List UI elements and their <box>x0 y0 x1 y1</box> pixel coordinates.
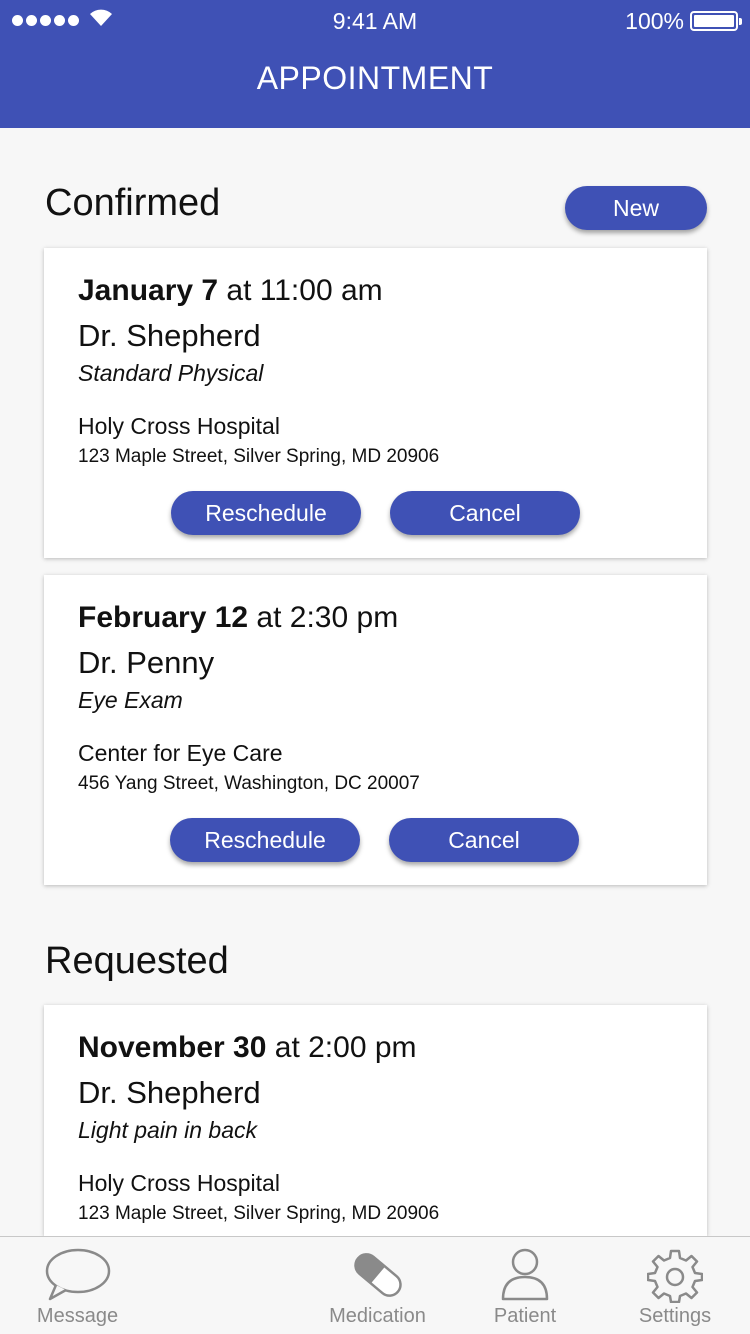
new-appointment-button[interactable]: New <box>565 186 707 230</box>
message-icon <box>45 1248 110 1301</box>
appointment-date: November 30 <box>78 1031 267 1064</box>
appointment-datetime: January 7 at 11:00 am <box>78 274 383 308</box>
location-address: 456 Yang Street, Washington, DC 20007 <box>78 773 420 794</box>
doctor-name: Dr. Shepherd <box>78 1075 261 1110</box>
appointment-time: at 2:00 pm <box>266 1031 417 1064</box>
pill-icon <box>353 1253 402 1297</box>
appointment-datetime: February 12 at 2:30 pm <box>78 601 398 635</box>
location-name: Center for Eye Care <box>78 740 283 766</box>
tab-medication[interactable]: Medication <box>300 1237 455 1334</box>
tab-settings[interactable]: Settings <box>605 1237 745 1334</box>
person-icon <box>501 1248 549 1301</box>
location-address: 123 Maple Street, Silver Spring, MD 2090… <box>78 1203 440 1224</box>
doctor-name: Dr. Shepherd <box>78 318 261 353</box>
gear-icon <box>647 1249 703 1303</box>
location-name: Holy Cross Hospital <box>78 413 280 439</box>
cancel-button[interactable]: Cancel <box>390 491 580 535</box>
location-name: Holy Cross Hospital <box>78 1170 280 1196</box>
reschedule-button[interactable]: Reschedule <box>171 491 361 535</box>
appointment-date: January 7 <box>78 274 219 307</box>
appointment-time: at 11:00 am <box>218 274 383 307</box>
cancel-button[interactable]: Cancel <box>389 818 579 862</box>
tab-message[interactable]: Message <box>0 1237 155 1334</box>
location-address: 123 Maple Street, Silver Spring, MD 2090… <box>78 446 440 467</box>
appointment-reason: Light pain in back <box>78 1117 258 1143</box>
tab-label: Medication <box>329 1305 426 1327</box>
tab-label: Settings <box>638 1305 712 1327</box>
appointment-card: February 12 at 2:30 pm Dr. Penny Eye Exa… <box>44 575 707 885</box>
doctor-name: Dr. Penny <box>78 645 215 680</box>
page-title: APPOINTMENT <box>256 60 494 96</box>
appointment-time: at 2:30 pm <box>248 601 399 634</box>
appointment-reason: Standard Physical <box>78 360 264 386</box>
section-title-confirmed: Confirmed <box>45 182 221 224</box>
battery-percentage: 100% <box>625 8 684 34</box>
appointment-date: February 12 <box>78 601 249 634</box>
tab-label: Message <box>36 1305 119 1327</box>
app-header: 9:41 AM 100% APPOINTMENT <box>0 0 750 128</box>
appointment-card: November 30 at 2:00 pm Dr. Shepherd Ligh… <box>44 1005 707 1236</box>
section-title-requested: Requested <box>45 940 229 982</box>
battery-icon <box>690 11 742 31</box>
tab-bar: Message Medication Patient Settings <box>0 1236 750 1334</box>
appointment-datetime: November 30 at 2:00 pm <box>78 1031 417 1065</box>
tab-patient[interactable]: Patient <box>455 1237 595 1334</box>
status-bar: 9:41 AM 100% <box>0 0 750 40</box>
appointment-card: January 7 at 11:00 am Dr. Shepherd Stand… <box>44 248 707 558</box>
appointment-reason: Eye Exam <box>78 687 183 713</box>
reschedule-button[interactable]: Reschedule <box>170 818 360 862</box>
tab-label: Patient <box>493 1305 557 1327</box>
